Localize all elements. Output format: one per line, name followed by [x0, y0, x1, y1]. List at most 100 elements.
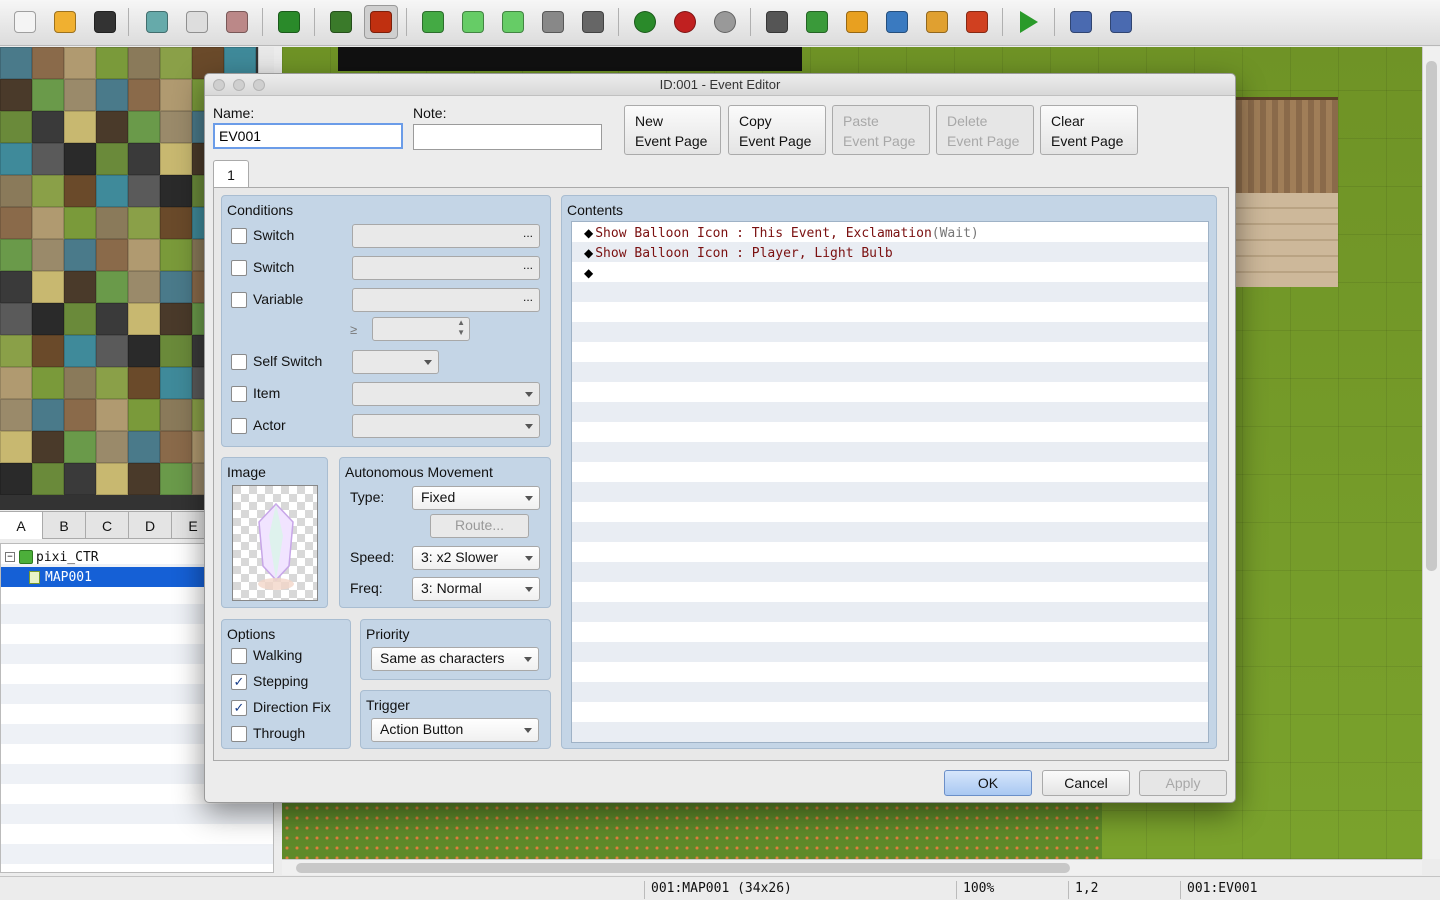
tile[interactable] [160, 463, 192, 495]
tile[interactable] [96, 271, 128, 303]
tile[interactable] [128, 367, 160, 399]
event-searcher-icon[interactable] [880, 5, 914, 39]
tree-project-row[interactable]: − pixi_CTR [5, 547, 99, 567]
switch1-checkbox[interactable] [231, 228, 247, 244]
direction-fix-checkbox[interactable]: ✓ [231, 700, 247, 716]
command-row[interactable]: ◆ Show Balloon Icon : This Event, Exclama… [584, 223, 979, 243]
tile[interactable] [96, 367, 128, 399]
tile[interactable] [128, 111, 160, 143]
tile[interactable] [160, 175, 192, 207]
tile[interactable] [0, 111, 32, 143]
tile[interactable] [32, 111, 64, 143]
self-switch-checkbox[interactable] [231, 354, 247, 370]
paste-event-page-button[interactable]: Paste Event Page [832, 105, 930, 155]
tile[interactable] [32, 335, 64, 367]
note-field[interactable] [413, 124, 602, 150]
tile[interactable] [96, 111, 128, 143]
tile[interactable] [0, 207, 32, 239]
tile[interactable] [32, 47, 64, 79]
stepping-checkbox[interactable]: ✓ [231, 674, 247, 690]
tile[interactable] [32, 239, 64, 271]
tile[interactable] [160, 367, 192, 399]
tile[interactable] [128, 143, 160, 175]
sound-test-icon[interactable] [840, 5, 874, 39]
tile[interactable] [64, 47, 96, 79]
tile[interactable] [0, 143, 32, 175]
map-hscroll-thumb[interactable] [296, 863, 1070, 873]
map-vertical-scrollbar[interactable] [1422, 47, 1440, 859]
tile[interactable] [96, 239, 128, 271]
priority-dropdown[interactable]: Same as characters [371, 647, 539, 671]
tile[interactable] [96, 431, 128, 463]
tab-page-1[interactable]: 1 [213, 160, 249, 188]
steam-icon[interactable] [1104, 5, 1138, 39]
tile[interactable] [96, 463, 128, 495]
tile[interactable] [160, 271, 192, 303]
ok-button[interactable]: OK [944, 770, 1032, 796]
tile[interactable] [64, 271, 96, 303]
tile[interactable] [64, 79, 96, 111]
map-mode-icon[interactable] [324, 5, 358, 39]
tile[interactable] [64, 207, 96, 239]
tile[interactable] [96, 399, 128, 431]
map-vscroll-thumb[interactable] [1426, 61, 1437, 571]
tile[interactable] [160, 431, 192, 463]
tile[interactable] [32, 271, 64, 303]
fill-icon[interactable] [536, 5, 570, 39]
actual-size-icon[interactable] [708, 5, 742, 39]
tile[interactable] [32, 207, 64, 239]
apply-button[interactable]: Apply [1139, 770, 1227, 796]
item-checkbox[interactable] [231, 386, 247, 402]
tile[interactable] [32, 143, 64, 175]
tile[interactable] [0, 431, 32, 463]
pencil-icon[interactable] [416, 5, 450, 39]
route-button[interactable]: Route... [430, 514, 529, 538]
speed-dropdown[interactable]: 3: x2 Slower [412, 546, 540, 570]
character-generator-icon[interactable] [960, 5, 994, 39]
rectangle-icon[interactable] [456, 5, 490, 39]
shadow-pen-icon[interactable] [576, 5, 610, 39]
tile[interactable] [160, 143, 192, 175]
cancel-button[interactable]: Cancel [1042, 770, 1130, 796]
tile[interactable] [160, 335, 192, 367]
tile[interactable] [0, 367, 32, 399]
tile[interactable] [64, 143, 96, 175]
actor-checkbox[interactable] [231, 418, 247, 434]
tile[interactable] [96, 47, 128, 79]
tile[interactable] [32, 367, 64, 399]
tile[interactable] [96, 207, 128, 239]
tile[interactable] [160, 79, 192, 111]
tile[interactable] [0, 303, 32, 335]
tile[interactable] [160, 239, 192, 271]
delete-event-page-button[interactable]: Delete Event Page [936, 105, 1034, 155]
tile[interactable] [64, 367, 96, 399]
tile[interactable] [128, 239, 160, 271]
trigger-dropdown[interactable]: Action Button [371, 718, 539, 742]
tile[interactable] [160, 47, 192, 79]
tile[interactable] [64, 175, 96, 207]
tile[interactable] [0, 399, 32, 431]
ellipse-icon[interactable] [496, 5, 530, 39]
undo-icon[interactable] [272, 5, 306, 39]
tile[interactable] [32, 463, 64, 495]
clear-event-page-button[interactable]: Clear Event Page [1040, 105, 1138, 155]
tile[interactable] [128, 47, 160, 79]
tile[interactable] [128, 271, 160, 303]
open-project-icon[interactable] [48, 5, 82, 39]
database-icon[interactable] [760, 5, 794, 39]
tile[interactable] [64, 335, 96, 367]
tile[interactable] [128, 175, 160, 207]
tile[interactable] [128, 399, 160, 431]
event-command-list[interactable]: ◆ Show Balloon Icon : This Event, Exclama… [571, 221, 1209, 743]
zoom-out-icon[interactable] [668, 5, 702, 39]
variable-checkbox[interactable] [231, 292, 247, 308]
playtest-icon[interactable] [1012, 5, 1046, 39]
movement-type-dropdown[interactable]: Fixed [412, 486, 540, 510]
resource-manager-icon[interactable] [920, 5, 954, 39]
tile[interactable] [0, 271, 32, 303]
new-event-page-button[interactable]: New Event Page [624, 105, 721, 155]
tile[interactable] [32, 175, 64, 207]
save-project-icon[interactable] [88, 5, 122, 39]
tile[interactable] [160, 399, 192, 431]
tile[interactable] [160, 207, 192, 239]
